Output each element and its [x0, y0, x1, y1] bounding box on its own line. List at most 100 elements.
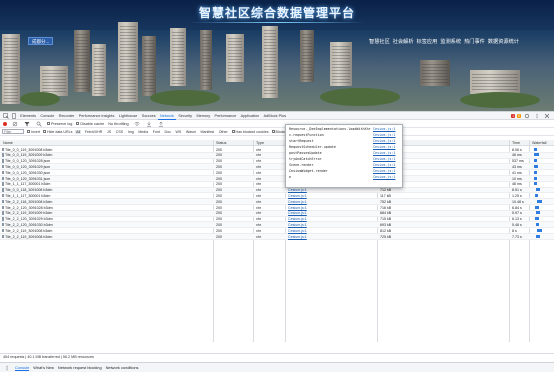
filter-type-wasm[interactable]: Wasm [185, 130, 197, 134]
request-name[interactable]: Tile_0_0_120_3091029 json [5, 165, 50, 169]
request-name[interactable]: Tile_2_2_119_3091008 b3dm [5, 229, 52, 233]
callstack-source-link[interactable]: Cesium.js:1 [373, 139, 395, 143]
preserve-log-checkbox[interactable]: Preserve log [47, 122, 72, 126]
error-count-badge[interactable]: 1 [511, 113, 516, 118]
request-initiator-link[interactable]: Cesium.js:1 [288, 217, 307, 221]
column-waterfall[interactable]: Waterfall [532, 141, 546, 145]
tab-sources[interactable]: Sources [140, 112, 158, 120]
more-icon[interactable] [534, 113, 540, 119]
hide-data-urls-checkbox[interactable]: Hide data URLs [43, 130, 72, 134]
filter-type-img[interactable]: Img [127, 130, 135, 134]
request-name[interactable]: Tile_2_2_120_3091030 b3dm [5, 223, 53, 227]
callstack-source-link[interactable]: Cesium.js:1 [373, 175, 395, 179]
request-time: 10 ms [512, 176, 522, 181]
disable-cache-checkbox[interactable]: Disable cache [76, 122, 104, 126]
column-name[interactable]: Name [3, 141, 13, 145]
tab-memory[interactable]: Memory [194, 112, 212, 120]
filter-type-media[interactable]: Media [138, 130, 149, 134]
city-select[interactable]: 成都分... [28, 37, 53, 45]
tab-recorder[interactable]: Recorder [57, 112, 77, 120]
tab-application[interactable]: Application [238, 112, 261, 120]
column-status[interactable]: Status [216, 141, 226, 145]
import-icon[interactable] [146, 121, 152, 127]
filter-type-manifest[interactable]: Manifest [200, 130, 215, 134]
nav-item[interactable]: 监测系统 [440, 38, 461, 45]
callstack-source-link[interactable]: Cesium.js:1 [373, 157, 395, 161]
inspect-icon[interactable] [3, 112, 9, 119]
more-icon[interactable] [4, 365, 10, 371]
filter-type-fetch-xhr[interactable]: Fetch/XHR [84, 130, 103, 134]
nav-item[interactable]: 数据资源统计 [488, 38, 519, 45]
request-initiator-link[interactable]: Cesium.js:1 [288, 211, 307, 215]
gear-icon[interactable] [524, 113, 530, 119]
request-initiator-link[interactable]: Cesium.js:1 [288, 229, 307, 233]
request-name[interactable]: Tile_0_0_118_3091008 b3dm [5, 188, 52, 192]
request-name[interactable]: Tile_2_2_120_3091028 b3dm [5, 206, 53, 210]
nav-item[interactable]: 热门事件 [464, 38, 485, 45]
filter-type-css[interactable]: CSS [115, 130, 124, 134]
device-toolbar-icon[interactable] [11, 112, 17, 119]
tab-lighthouse[interactable]: Lighthouse [117, 112, 140, 120]
drawer-tab-network-conditions[interactable]: Network conditions [106, 365, 139, 370]
request-name[interactable]: Tile_1_1_117_300001 b3dm [5, 194, 50, 198]
filter-type-font[interactable]: Font [152, 130, 161, 134]
invert-checkbox[interactable]: Invert [27, 130, 40, 134]
tab-console[interactable]: Console [38, 112, 56, 120]
tab-network[interactable]: Network [157, 112, 177, 120]
request-name[interactable]: Tile_1_1_117_300001 b3dm [5, 182, 50, 186]
filter-type-ws[interactable]: WS [175, 130, 182, 134]
request-name[interactable]: Tile_0_0_120_3091031 json [5, 177, 50, 181]
filter-type-js[interactable]: JS [106, 130, 112, 134]
callstack-source-link[interactable]: Cesium.js:1 [373, 133, 395, 137]
nav-item[interactable]: 社会解析 [393, 38, 414, 45]
request-initiator-link[interactable]: Cesium.js:1 [288, 194, 307, 198]
callstack-source-link[interactable]: Cesium.js:1 [373, 145, 395, 149]
filter-type-other[interactable]: Other [218, 130, 229, 134]
tab-performance-insights[interactable]: Performance insights [77, 112, 117, 120]
callstack-source-link[interactable]: Cesium.js:1 [373, 163, 395, 167]
clear-icon[interactable] [12, 121, 18, 127]
warning-count-badge[interactable]: 5 [517, 113, 521, 118]
column-time[interactable]: Time [512, 141, 520, 145]
request-name[interactable]: Tile_2_2_118_3091008 b3dm [5, 200, 52, 204]
callstack-source-link[interactable]: Cesium.js:1 [373, 127, 395, 131]
record-icon[interactable] [3, 121, 7, 126]
export-icon[interactable] [158, 121, 164, 127]
callstack-source-link[interactable]: Cesium.js:1 [373, 151, 395, 155]
file-icon [1, 205, 4, 210]
filter-icon[interactable] [24, 121, 30, 127]
table-row[interactable]: Tile_2_2_119_3091008 b3dm 200 xhr Cesium.js… [0, 233, 554, 240]
callstack-source-link[interactable]: Cesium.js:1 [373, 169, 395, 173]
request-name[interactable]: Tile_0_0_120_3091028 json [5, 159, 50, 163]
nav-item[interactable]: 智慧社区 [369, 38, 390, 45]
filter-type-doc[interactable]: Doc [164, 130, 172, 134]
tab-performance[interactable]: Performance [212, 112, 238, 120]
filter-input[interactable] [2, 129, 24, 134]
nav-item[interactable]: 标签应用 [417, 38, 438, 45]
wifi-icon[interactable] [133, 121, 140, 127]
column-type[interactable]: Type [256, 141, 264, 145]
search-icon[interactable] [36, 121, 42, 127]
request-name[interactable]: Tile_2_2_119_3091008 b3dm [5, 235, 52, 239]
drawer-tab-request-blocking[interactable]: Network request blocking [58, 365, 102, 370]
request-initiator-link[interactable]: Cesium.js:1 [288, 200, 307, 204]
tab-security[interactable]: Security [176, 112, 194, 120]
callstack-function: Scene.render [289, 163, 314, 167]
blocked-cookies-checkbox[interactable]: Has blocked cookies [231, 130, 269, 134]
request-name[interactable]: Tile_0_0_119_3091009 b3dm [5, 153, 52, 157]
request-name[interactable]: Tile_0_0_119_3091008 b3dm [5, 148, 52, 152]
filter-type-all[interactable]: All [75, 129, 81, 134]
request-initiator-link[interactable]: Cesium.js:1 [288, 235, 307, 239]
request-initiator-link[interactable]: Cesium.js:1 [288, 206, 307, 210]
request-name[interactable]: Tile_2_2_120_3091029 b3dm [5, 217, 53, 221]
drawer-tab-whats-new[interactable]: What's New [33, 365, 54, 370]
request-name[interactable]: Tile_0_0_120_3091030 json [5, 171, 50, 175]
close-icon[interactable] [544, 113, 550, 119]
drawer-tab-console[interactable]: Console [15, 365, 30, 371]
request-initiator-link[interactable]: Cesium.js:1 [288, 223, 307, 227]
request-name[interactable]: Tile_2_2_119_3091009 b3dm [5, 211, 52, 215]
throttling-select[interactable]: No throttling [108, 122, 128, 126]
request-initiator-link[interactable]: Cesium.js:1 [288, 188, 307, 192]
tab-elements[interactable]: Elements [18, 112, 38, 120]
tab-adblock-plus[interactable]: AdBlock Plus [261, 112, 288, 120]
